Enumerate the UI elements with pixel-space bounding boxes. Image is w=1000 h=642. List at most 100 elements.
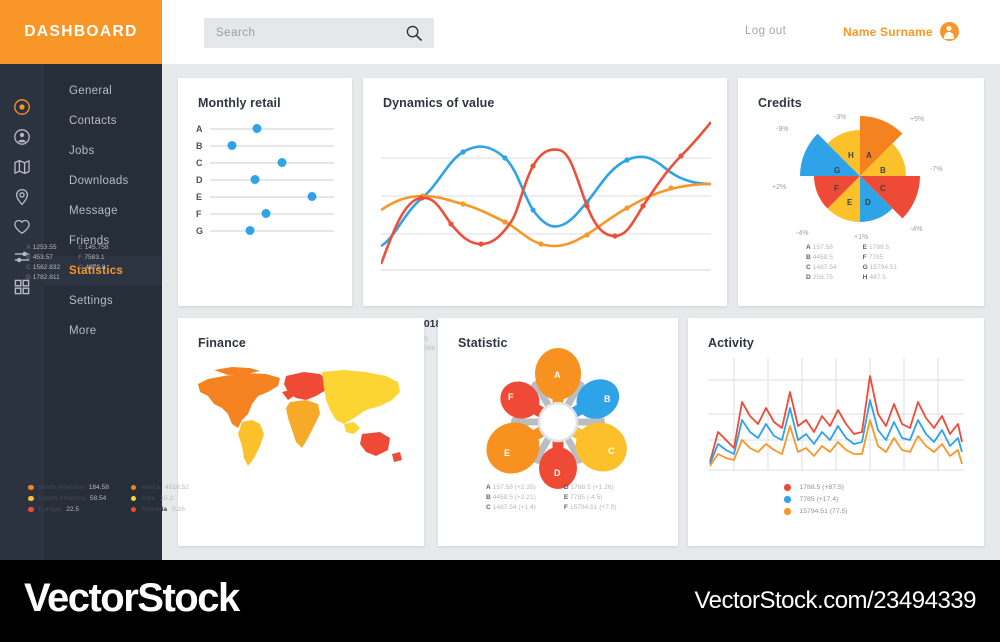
slider-row[interactable]: F: [196, 205, 334, 222]
slider-track[interactable]: [210, 209, 334, 218]
pie-label-E: E: [847, 198, 853, 207]
search-icon[interactable]: [406, 25, 422, 41]
slider-handle[interactable]: [245, 226, 255, 235]
legend-label: Africa: [141, 484, 161, 491]
slider-track[interactable]: [210, 124, 334, 133]
legend-item[interactable]: 7785 (+17.4): [784, 496, 848, 503]
location-pin-icon[interactable]: [0, 182, 44, 212]
slider-row[interactable]: E: [196, 188, 334, 205]
legend-item: E 1788.5: [863, 244, 898, 251]
legend-item[interactable]: 1788.5 (+87.5): [784, 484, 848, 491]
legend-item[interactable]: 15794.51 (77.5): [784, 508, 848, 515]
sidebar-item-settings[interactable]: Settings: [44, 286, 162, 316]
slider-handle[interactable]: [261, 209, 271, 218]
slider-track[interactable]: [210, 226, 334, 235]
slider-row[interactable]: A: [196, 120, 334, 137]
legend-key: D: [26, 274, 31, 281]
sidebar-item-message[interactable]: Message: [44, 196, 162, 226]
slider-row[interactable]: B: [196, 137, 334, 154]
legend-item: C 1562.832: [26, 264, 60, 271]
legend-item[interactable]: Europe 22.5: [28, 506, 109, 513]
slider-row[interactable]: C: [196, 154, 334, 171]
legend-item: E 145.758: [78, 244, 108, 251]
legend-item[interactable]: South America 58.54: [28, 495, 109, 502]
brand-title: DASHBOARD: [24, 23, 138, 40]
legend-value: 4458.5: [812, 254, 833, 261]
legend-item: C 1487.54: [806, 264, 837, 271]
legend-item[interactable]: Oceania 0.26: [130, 506, 189, 513]
legend-label: 7785 (+17.4): [799, 496, 839, 503]
legend-key: D: [806, 274, 811, 281]
pie-label-D: D: [865, 198, 871, 207]
legend-value: 22.5: [66, 506, 80, 513]
monthly-retail-legend: A 1253.55 B 453.57 C 1562.832 D 1782.811 E 14…: [26, 244, 109, 281]
legend-swatch: [130, 484, 137, 491]
sidebar-item-general[interactable]: General: [44, 76, 162, 106]
slider-track[interactable]: [210, 141, 334, 150]
legend-key: A: [806, 244, 811, 251]
legend-value: 15794.51 (+7.5): [569, 504, 617, 511]
legend-item[interactable]: North America 184.58: [28, 484, 109, 491]
brand-logo[interactable]: DASHBOARD: [0, 0, 162, 64]
slider-row[interactable]: G: [196, 222, 334, 239]
legend-value: 184.58: [88, 484, 109, 491]
card-title: Monthly retail: [198, 96, 281, 110]
sidebar-item-downloads[interactable]: Downloads: [44, 166, 162, 196]
slider-handle[interactable]: [227, 141, 237, 150]
map-region-oceania: [360, 432, 390, 456]
pie-pct-A: +5%: [910, 116, 925, 123]
legend-item: F 7785: [863, 254, 898, 261]
search-input[interactable]: Search: [204, 18, 434, 48]
legend-value: 157.58: [812, 244, 833, 251]
legend-value: 4879.8: [85, 264, 106, 271]
legend-key: D: [563, 484, 569, 491]
slider-handle[interactable]: [252, 124, 262, 133]
heart-icon[interactable]: [0, 212, 44, 242]
slider-track[interactable]: [210, 192, 334, 201]
logout-button[interactable]: Log out: [745, 25, 786, 37]
search-placeholder: Search: [216, 27, 256, 39]
sidebar-item-more[interactable]: More: [44, 316, 162, 346]
legend-value: 453.57: [32, 254, 53, 261]
slider-handle[interactable]: [250, 175, 260, 184]
map-region-india: [344, 422, 360, 434]
slider-track[interactable]: [210, 175, 334, 184]
slider-track[interactable]: [210, 158, 334, 167]
legend-swatch: [130, 506, 137, 513]
target-icon[interactable]: [0, 92, 44, 122]
slider-row[interactable]: D: [196, 171, 334, 188]
legend-item: A 157.58 (+2.35): [486, 484, 536, 491]
legend-swatch: [784, 496, 791, 503]
user-circle-icon[interactable]: [0, 122, 44, 152]
legend-value: 1253.55: [32, 244, 57, 251]
statistic-legend: A 157.58 (+2.35) B 4458.5 (+2.21) C 1487.54…: [486, 484, 617, 511]
petal-label-A: A: [554, 370, 561, 380]
legend-item: D 258.75: [806, 274, 837, 281]
sidebar-item-jobs[interactable]: Jobs: [44, 136, 162, 166]
legend-item: H 487.5: [863, 274, 898, 281]
sidebar-item-contacts[interactable]: Contacts: [44, 106, 162, 136]
legend-key: E: [78, 244, 83, 251]
legend-swatch: [28, 495, 34, 502]
slider-handle[interactable]: [307, 192, 317, 201]
legend-swatch: [784, 508, 791, 515]
slider-handle[interactable]: [277, 158, 287, 167]
legend-value: 4518.52: [165, 484, 189, 491]
legend-item[interactable]: Africa 4518.52: [130, 484, 189, 491]
map-icon[interactable]: [0, 152, 44, 182]
legend-label: South America: [38, 495, 85, 502]
dashboard-app: DASHBOARD Search Log out Name Surname Ge…: [0, 0, 1000, 642]
legend-item[interactable]: Asia 15.2: [130, 495, 189, 502]
user-avatar-icon[interactable]: [939, 22, 959, 41]
user-menu[interactable]: Name Surname: [843, 22, 959, 41]
legend-item: G 15794.51: [863, 264, 898, 271]
pie-pct-D: +1%: [854, 234, 869, 241]
pie-label-B: B: [880, 166, 886, 175]
legend-value: 15.2: [160, 495, 174, 502]
top-bar: DASHBOARD Search Log out Name Surname: [0, 0, 1000, 64]
legend-key: G: [862, 264, 868, 271]
slider-label: C: [196, 157, 203, 168]
dynamics-line-chart: [379, 118, 713, 273]
legend-value: 7785: [868, 254, 884, 261]
pie-pct-C: -4%: [910, 226, 923, 233]
